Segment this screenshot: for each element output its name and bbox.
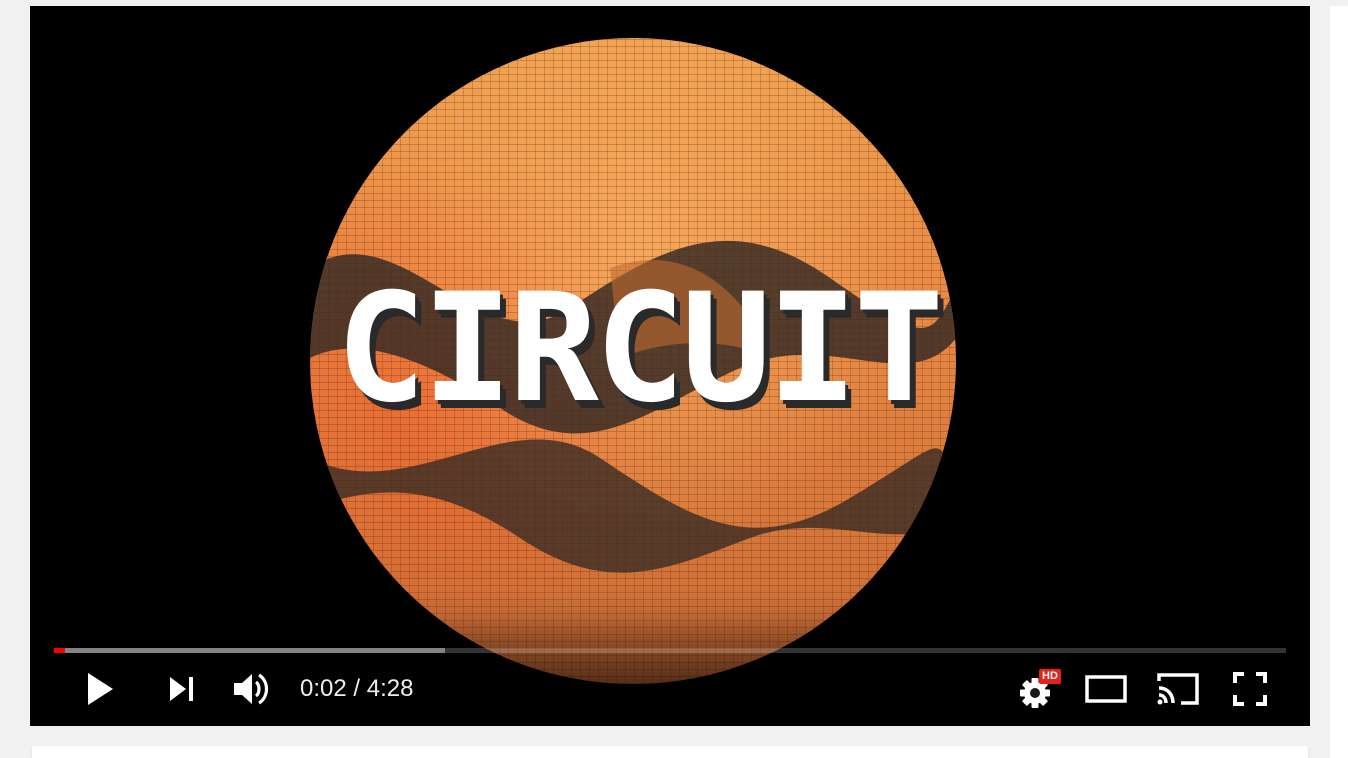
play-button[interactable] (78, 663, 122, 715)
settings-button[interactable]: HD (1012, 663, 1062, 715)
page: CIRCUIT 0:02 / 4:28 HD (0, 0, 1348, 758)
volume-icon (234, 673, 269, 705)
time-duration: 4:28 (366, 675, 414, 702)
cast-icon (1157, 673, 1199, 705)
cast-button[interactable] (1152, 663, 1204, 715)
theater-mode-button[interactable] (1082, 663, 1130, 715)
video-title-text: CIRCUIT (335, 262, 944, 436)
fullscreen-button[interactable] (1226, 663, 1274, 715)
progress-played (54, 648, 66, 653)
next-button[interactable] (160, 663, 204, 715)
video-info-card (32, 746, 1308, 758)
time-display: 0:02 / 4:28 (300, 671, 413, 707)
time-current: 0:02 (300, 675, 347, 702)
progress-bar[interactable] (54, 648, 1286, 653)
sidebar-column (1330, 6, 1348, 758)
next-icon (170, 677, 193, 701)
volume-button[interactable] (228, 663, 276, 715)
progress-buffered (54, 648, 445, 653)
theater-mode-icon (1085, 675, 1127, 703)
play-icon (88, 673, 113, 705)
video-player[interactable]: CIRCUIT 0:02 / 4:28 HD (30, 6, 1310, 726)
time-separator: / (346, 675, 367, 702)
fullscreen-icon (1233, 672, 1267, 706)
hd-badge: HD (1039, 669, 1061, 684)
